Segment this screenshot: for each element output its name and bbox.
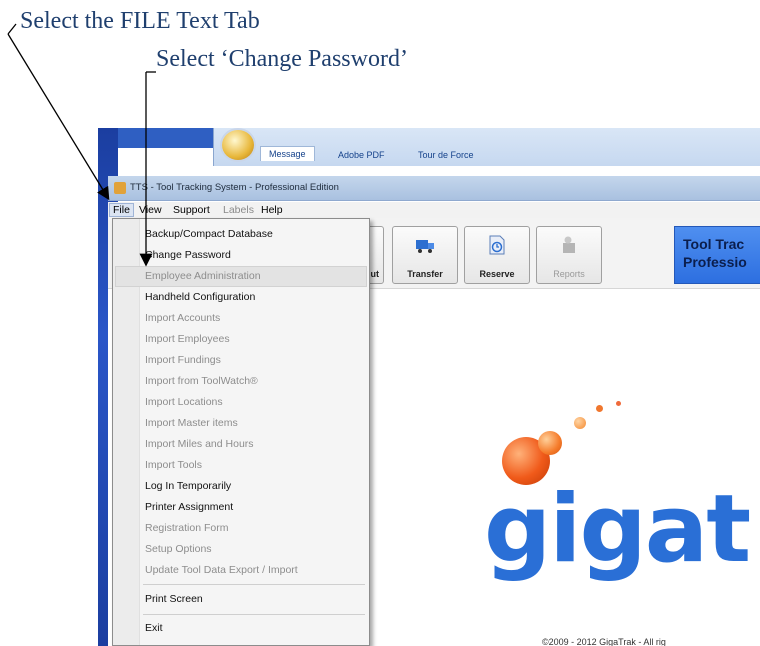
menu-item-exit[interactable]: Exit xyxy=(145,622,163,634)
menu-separator xyxy=(143,614,365,615)
menu-separator xyxy=(143,584,365,585)
menu-item-import-tools[interactable]: Import Tools xyxy=(145,459,202,471)
app-icon xyxy=(114,182,126,194)
clock-document-icon xyxy=(489,235,505,255)
menu-item-import-locations[interactable]: Import Locations xyxy=(145,396,223,408)
arrow-to-file-menu xyxy=(7,33,110,201)
menu-bar: File View Support Labels Help xyxy=(108,202,760,219)
menu-file[interactable]: File xyxy=(109,203,134,217)
menu-item-handheld-configuration[interactable]: Handheld Configuration xyxy=(145,291,255,303)
menu-item-import-accounts[interactable]: Import Accounts xyxy=(145,312,220,324)
instruction-change-password: Select ‘Change Password’ xyxy=(156,46,408,72)
logo-ball-tiny xyxy=(596,405,603,412)
file-menu-dropdown: Backup/Compact Database Change Password … xyxy=(112,218,370,646)
company-logo-text: gigat xyxy=(484,475,751,584)
instruction-select-file: Select the FILE Text Tab xyxy=(20,8,260,34)
menu-item-log-in-temporarily[interactable]: Log In Temporarily xyxy=(145,480,231,492)
menu-view[interactable]: View xyxy=(136,204,165,216)
logo-ball-dot xyxy=(616,401,621,406)
reports-icon xyxy=(563,236,575,253)
tab-adobe-pdf[interactable]: Adobe PDF xyxy=(330,148,393,162)
menu-item-import-employees[interactable]: Import Employees xyxy=(145,333,230,345)
menu-item-backup-compact-database[interactable]: Backup/Compact Database xyxy=(145,228,273,240)
app-title-bar: TTS - Tool Tracking System - Professiona… xyxy=(108,176,760,201)
menu-item-update-tool-data-export-import[interactable]: Update Tool Data Export / Import xyxy=(145,564,298,576)
reports-button[interactable]: Reports xyxy=(536,226,602,284)
tab-tour-de-force[interactable]: Tour de Force xyxy=(410,148,482,162)
product-name-line2: Professio xyxy=(683,254,747,270)
menu-item-import-miles-and-hours[interactable]: Import Miles and Hours xyxy=(145,438,254,450)
logo-ball-medium xyxy=(538,431,562,455)
menu-item-import-from-toolwatch[interactable]: Import from ToolWatch® xyxy=(145,375,258,387)
reserve-button[interactable]: Reserve xyxy=(464,226,530,284)
menu-item-printer-assignment[interactable]: Printer Assignment xyxy=(145,501,233,513)
truck-icon xyxy=(416,240,434,253)
tab-message[interactable]: Message xyxy=(260,146,315,161)
office-orb-icon[interactable] xyxy=(222,130,254,160)
transfer-button[interactable]: Transfer xyxy=(392,226,458,284)
reserve-label: Reserve xyxy=(479,269,515,279)
menu-support[interactable]: Support xyxy=(170,204,213,216)
menu-item-registration-form[interactable]: Registration Form xyxy=(145,522,228,534)
copyright-text: ©2009 - 2012 GigaTrak - All rig xyxy=(542,637,666,646)
menu-item-employee-administration[interactable]: Employee Administration xyxy=(145,270,261,282)
menu-help[interactable]: Help xyxy=(258,204,286,216)
transfer-label: Transfer xyxy=(407,269,443,279)
menu-labels[interactable]: Labels xyxy=(220,204,257,216)
arrow-hook-1 xyxy=(7,23,17,35)
app-title: TTS - Tool Tracking System - Professiona… xyxy=(130,182,339,193)
menu-item-print-screen[interactable]: Print Screen xyxy=(145,593,203,605)
menu-item-setup-options[interactable]: Setup Options xyxy=(145,543,212,555)
menu-item-import-master-items[interactable]: Import Master items xyxy=(145,417,238,429)
product-banner: Tool Trac Professio xyxy=(674,226,760,284)
outlook-ribbon: Message Adobe PDF Tour de Force xyxy=(213,128,760,166)
product-name-line1: Tool Trac xyxy=(683,236,745,252)
menu-item-change-password[interactable]: Change Password xyxy=(145,249,231,261)
logo-ball-small xyxy=(574,417,586,429)
menu-item-import-fundings[interactable]: Import Fundings xyxy=(145,354,221,366)
reports-label: Reports xyxy=(553,269,585,279)
